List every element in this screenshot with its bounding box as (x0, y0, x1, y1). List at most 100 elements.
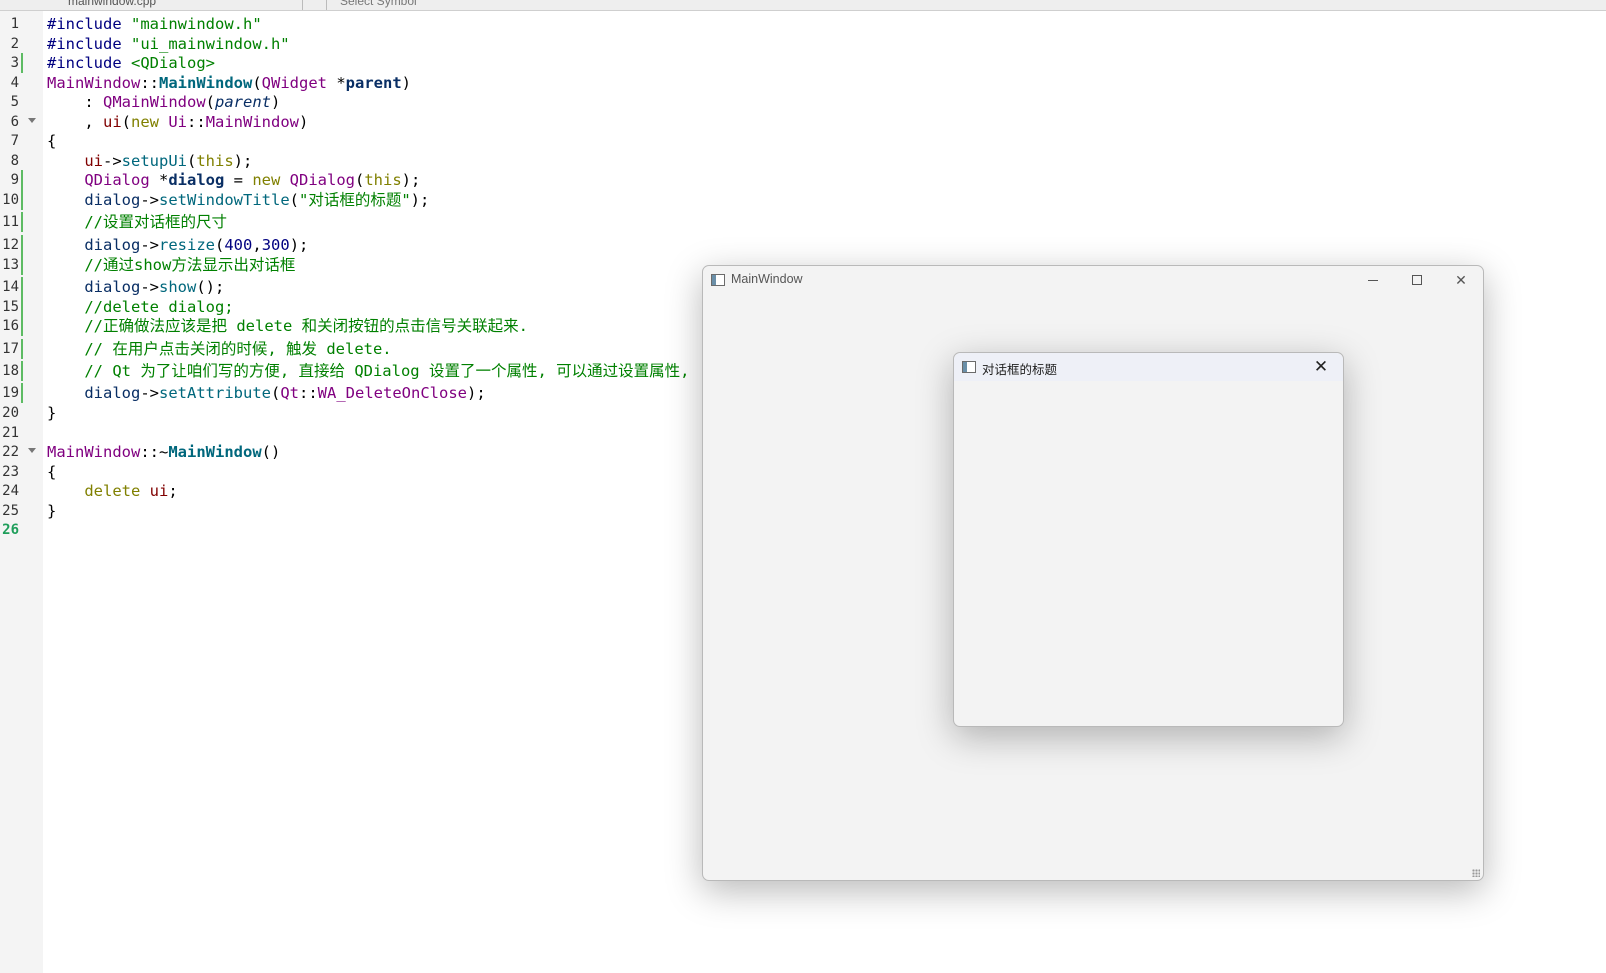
code-token: "对话框的标题" (299, 191, 411, 209)
code-token: 300 (261, 236, 290, 254)
line-number: 6 (10, 114, 19, 130)
code-token: :: (140, 74, 159, 92)
code-token: ( (252, 74, 262, 92)
code-line[interactable]: //delete dialog; (47, 297, 233, 317)
line-number: 15 (2, 299, 19, 315)
code-token: ui (149, 482, 169, 500)
code-token: delete (84, 482, 150, 500)
code-token: dialog (84, 191, 141, 209)
close-button[interactable]: ✕ (1439, 266, 1483, 294)
code-line[interactable]: dialog->resize(400,300); (47, 235, 308, 255)
code-token: show (159, 278, 197, 296)
code-token: 400 (224, 236, 253, 254)
code-line[interactable]: : QMainWindow(parent) (47, 92, 280, 112)
gutter-line: 13 (0, 255, 43, 275)
gutter-line: 10 (0, 190, 43, 210)
maximize-button[interactable] (1395, 266, 1439, 294)
code-token: new (131, 113, 169, 131)
code-token: dialog (84, 278, 141, 296)
gutter-line: 2 (0, 34, 43, 54)
code-line[interactable]: //设置对话框的尺寸 (47, 212, 227, 232)
dialog-title: 对话框的标题 (982, 363, 1058, 377)
fold-toggle-icon[interactable] (28, 448, 36, 453)
code-line[interactable]: MainWindow::MainWindow(QWidget *parent) (47, 73, 411, 93)
code-line[interactable]: // Qt 为了让咱们写的方便, 直接给 QDialog 设置了一个属性, 可以… (47, 361, 689, 381)
code-token: dialog (84, 384, 141, 402)
change-marker (21, 277, 23, 297)
code-line[interactable]: } (47, 501, 56, 521)
code-line[interactable]: #include "mainwindow.h" (47, 14, 262, 34)
symbol-selector[interactable]: Select Symbol (340, 0, 417, 8)
code-token: MainWindow (47, 443, 141, 461)
code-token: ); (410, 191, 430, 209)
window-app-icon (711, 274, 725, 286)
line-number: 14 (2, 279, 19, 295)
code-line[interactable]: dialog->setWindowTitle("对话框的标题"); (47, 190, 429, 210)
code-line[interactable]: #include "ui_mainwindow.h" (47, 34, 290, 54)
gutter-line: 3 (0, 53, 43, 73)
code-line[interactable]: //正确做法应该是把 delete 和关闭按钮的点击信号关联起来. (47, 316, 528, 336)
code-line[interactable]: dialog->setAttribute(Qt::WA_DeleteOnClos… (47, 383, 486, 403)
code-line[interactable]: dialog->show(); (47, 277, 224, 297)
gutter-line: 25 (0, 501, 43, 521)
code-line[interactable]: delete ui; (47, 481, 177, 501)
line-number: 17 (2, 341, 19, 357)
dialog-titlebar[interactable]: 对话框的标题 ✕ (954, 353, 1343, 381)
code-line[interactable]: QDialog *dialog = new QDialog(this); (47, 170, 420, 190)
code-token: #include (47, 15, 131, 33)
code-line[interactable]: { (47, 131, 56, 151)
line-number: 5 (10, 94, 19, 110)
line-number: 3 (10, 55, 19, 71)
code-token: ); (401, 171, 421, 189)
code-token: QDialog (289, 171, 355, 189)
code-line[interactable]: , ui(new Ui::MainWindow) (47, 112, 308, 132)
fold-toggle-icon[interactable] (28, 118, 36, 123)
code-token: MainWindow (47, 74, 141, 92)
gutter-line: 26 (0, 520, 43, 540)
code-line[interactable]: #include <QDialog> (47, 53, 215, 73)
change-marker (21, 339, 23, 359)
gutter-line: 12 (0, 235, 43, 255)
code-token: WA_DeleteOnClose (317, 384, 467, 402)
gutter-line: 19 (0, 383, 43, 403)
code-token: new (252, 171, 290, 189)
code-line[interactable]: } (47, 403, 56, 423)
gutter-line: 17 (0, 339, 43, 359)
resize-grip[interactable] (1472, 869, 1480, 877)
code-token: :: (187, 113, 206, 131)
code-token: setWindowTitle (159, 191, 290, 209)
dialog-window: 对话框的标题 ✕ (953, 352, 1344, 727)
gutter-line: 5 (0, 92, 43, 112)
code-token: ); (233, 152, 253, 170)
line-number: 4 (10, 75, 19, 91)
code-token: ( (289, 191, 299, 209)
code-token: Ui (168, 113, 188, 131)
code-line[interactable]: ui->setupUi(this); (47, 151, 252, 171)
window-app-icon (962, 361, 976, 373)
code-line[interactable]: MainWindow::~MainWindow() (47, 442, 280, 462)
change-marker (21, 170, 23, 190)
main-window-titlebar[interactable]: MainWindow ✕ (703, 266, 1483, 294)
code-token: ( (187, 152, 197, 170)
dialog-close-button[interactable]: ✕ (1299, 353, 1343, 381)
line-number: 2 (10, 36, 19, 52)
gutter-line: 15 (0, 297, 43, 317)
code-token: "ui_mainwindow.h" (131, 35, 290, 53)
code-line[interactable]: //通过show方法显示出对话框 (47, 255, 295, 275)
minimize-button[interactable] (1351, 266, 1395, 294)
code-token: this (196, 152, 234, 170)
code-line[interactable]: { (47, 462, 56, 482)
file-selector[interactable]: mainwindow.cpp (68, 0, 156, 8)
line-number: 12 (2, 237, 19, 253)
code-token: QDialog (84, 171, 150, 189)
code-token: ); (466, 384, 486, 402)
code-line[interactable]: // 在用户点击关闭的时候, 触发 delete. (47, 339, 391, 359)
line-number: 7 (10, 133, 19, 149)
code-token: -> (103, 152, 122, 170)
line-number: 13 (2, 257, 19, 273)
code-token: MainWindow (168, 443, 262, 461)
